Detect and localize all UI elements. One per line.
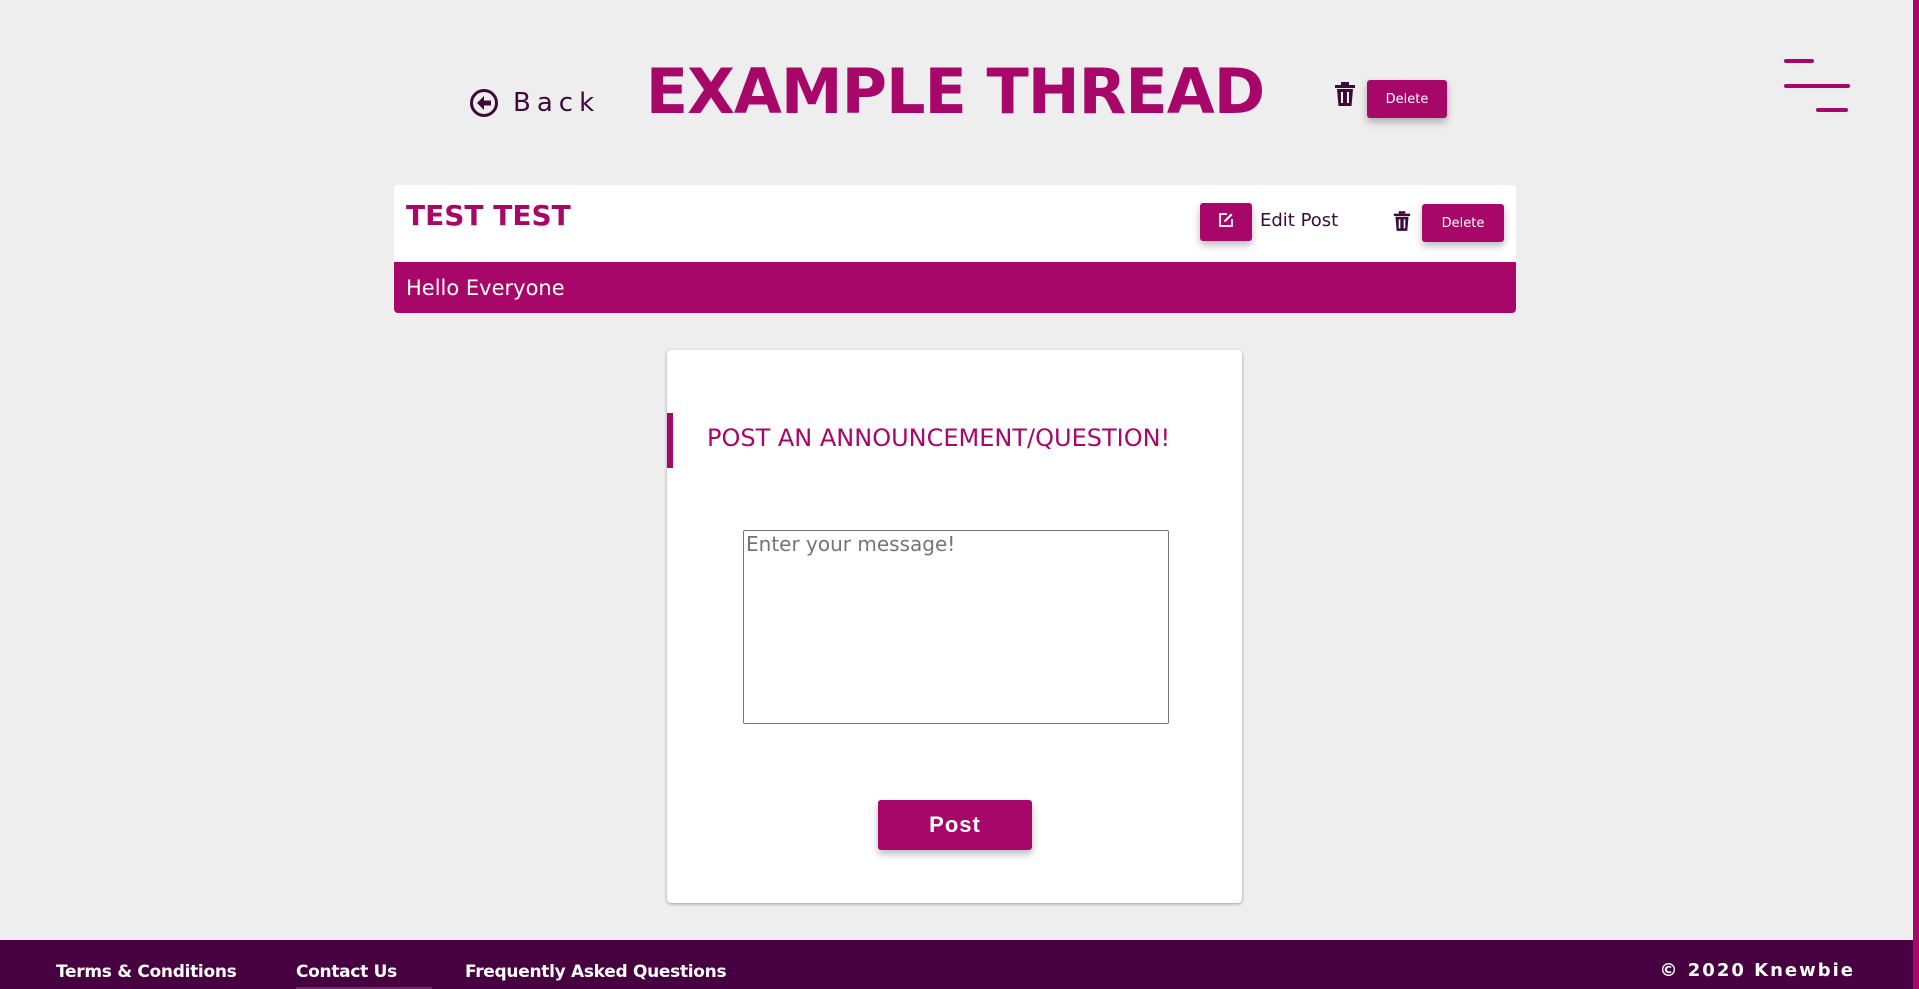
post-card: TEST TEST Edit Post Delete Hello Everyon… (394, 185, 1516, 313)
pencil-square-icon (1218, 212, 1234, 232)
footer-copyright: © 2020 Knewbie (1659, 960, 1855, 981)
footer: Terms & Conditions Contact Us Frequently… (0, 940, 1913, 989)
edit-post-button[interactable] (1200, 203, 1252, 241)
back-label: Back (513, 88, 601, 118)
trash-icon[interactable] (1334, 82, 1356, 111)
post-header: TEST TEST Edit Post Delete (394, 185, 1516, 262)
footer-link-terms[interactable]: Terms & Conditions (56, 962, 237, 982)
compose-title: POST AN ANNOUNCEMENT/QUESTION! (707, 424, 1171, 452)
compose-card: POST AN ANNOUNCEMENT/QUESTION! Post (667, 350, 1242, 903)
footer-link-contact[interactable]: Contact Us (296, 962, 397, 982)
hamburger-menu-icon[interactable] (1784, 59, 1850, 115)
delete-post-button[interactable]: Delete (1422, 204, 1504, 242)
delete-thread-button[interactable]: Delete (1367, 80, 1447, 118)
arrow-circle-left-icon (469, 88, 499, 118)
post-author: TEST TEST (406, 199, 571, 232)
back-link[interactable]: Back (469, 88, 600, 118)
scroll-edge-stripe (1913, 0, 1919, 989)
message-input[interactable] (743, 530, 1169, 724)
post-message: Hello Everyone (406, 276, 565, 300)
edit-post-label[interactable]: Edit Post (1260, 210, 1338, 231)
footer-link-faq[interactable]: Frequently Asked Questions (465, 962, 727, 982)
page-title: EXAMPLE THREAD (645, 55, 1265, 128)
post-body: Hello Everyone (394, 262, 1516, 313)
trash-icon[interactable] (1393, 211, 1411, 236)
post-button[interactable]: Post (878, 800, 1032, 850)
